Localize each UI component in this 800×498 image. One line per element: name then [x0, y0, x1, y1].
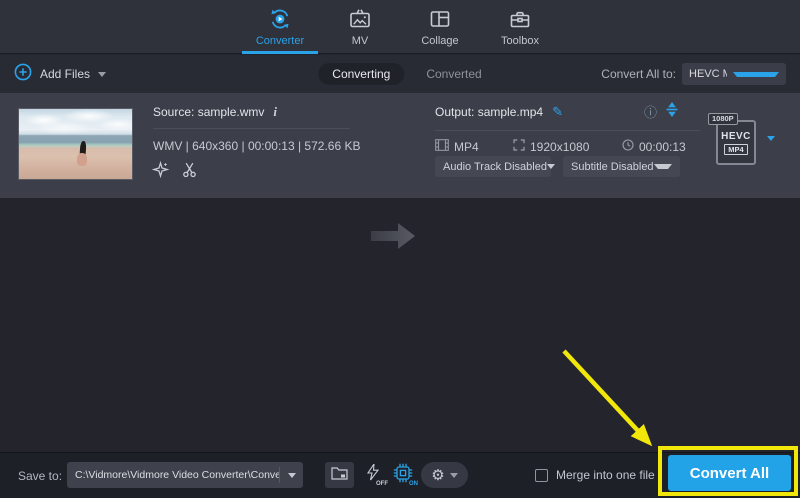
- badge-container: MP4: [724, 144, 747, 155]
- hardware-accel-off-toggle[interactable]: OFF: [360, 462, 386, 488]
- output-divider: [435, 130, 700, 131]
- main-nav: Converter MV: [240, 0, 560, 53]
- header: Converter MV: [0, 0, 800, 54]
- settings-button[interactable]: ⚙: [421, 462, 468, 488]
- merge-checkbox[interactable]: [535, 469, 548, 482]
- tab-converter[interactable]: Converter: [240, 0, 320, 54]
- profile-caret-icon: [733, 72, 779, 77]
- app-window: Converter MV: [0, 0, 800, 498]
- gpu-on-tag: ON: [409, 481, 418, 487]
- source-tools: [152, 161, 197, 183]
- merge-into-one-file-option[interactable]: Merge into one file: [535, 468, 655, 482]
- toolbox-icon: [508, 7, 532, 31]
- open-folder-button[interactable]: [325, 462, 354, 488]
- tab-collage-label: Collage: [421, 35, 458, 47]
- convert-all-to-label: Convert All to:: [601, 67, 676, 81]
- add-files-caret-icon: [98, 72, 106, 77]
- add-files-label: Add Files: [40, 67, 90, 81]
- output-title: Output: sample.mp4: [435, 105, 543, 119]
- tab-converter-label: Converter: [256, 35, 304, 47]
- audio-caret-icon: [547, 164, 555, 169]
- folder-icon: [331, 466, 348, 485]
- rename-pencil-icon[interactable]: ✎: [552, 104, 563, 120]
- output-profile-badge[interactable]: HEVC MP4 1080P: [714, 117, 774, 167]
- output-info-icon[interactable]: ⓘ: [644, 106, 657, 119]
- file-list-item: Source: sample.wmv i WMV | 640x360 | 00:…: [0, 93, 800, 198]
- source-divider: [153, 128, 350, 129]
- annotation-arrow-icon: [548, 336, 668, 461]
- settings-caret-icon: [450, 473, 458, 478]
- add-plus-icon: [14, 63, 32, 86]
- tab-converting[interactable]: Converting: [318, 63, 404, 85]
- gear-icon: ⚙: [431, 468, 444, 483]
- format-group: MP4: [435, 139, 479, 154]
- audio-track-dropdown[interactable]: Audio Track Disabled: [435, 156, 551, 177]
- subtitle-dropdown[interactable]: Subtitle Disabled: [563, 156, 680, 177]
- output-profile-value: HEVC M... 1080P: [689, 68, 727, 80]
- format-file-icon: HEVC MP4: [716, 120, 756, 165]
- subtitle-caret-icon: [654, 164, 672, 169]
- source-info-icon[interactable]: i: [273, 104, 277, 120]
- duration-group: 00:00:13: [622, 139, 686, 154]
- output-title-row: Output: sample.mp4 ✎: [435, 104, 563, 120]
- output-format: MP4: [454, 140, 479, 154]
- tab-converted[interactable]: Converted: [426, 67, 481, 81]
- film-icon: [435, 139, 449, 154]
- tab-mv[interactable]: MV: [320, 0, 400, 54]
- convert-direction-arrow: [371, 222, 416, 255]
- output-details-row: MP4 1920x1080 00:00:13: [435, 139, 701, 153]
- badge-resolution-tag: 1080P: [708, 113, 738, 125]
- tab-toolbox-label: Toolbox: [501, 35, 539, 47]
- tab-toolbox[interactable]: Toolbox: [480, 0, 560, 54]
- add-files-button[interactable]: Add Files: [14, 55, 106, 93]
- tab-collage[interactable]: Collage: [400, 0, 480, 54]
- output-profile-select[interactable]: HEVC M... 1080P: [682, 63, 786, 85]
- video-thumbnail[interactable]: [18, 108, 133, 180]
- resolution-icon: [513, 139, 525, 154]
- expand-collapse-icon[interactable]: [666, 102, 678, 122]
- save-path-select[interactable]: C:\Vidmore\Vidmore Video Converter\Conve…: [67, 462, 303, 488]
- badge-codec: HEVC: [721, 131, 751, 142]
- subtitle-value: Subtitle Disabled: [571, 161, 654, 173]
- badge-caret-icon: [767, 136, 775, 141]
- clock-icon: [622, 139, 634, 154]
- output-actions: ⓘ: [644, 102, 678, 122]
- save-path-caret-icon: [288, 473, 296, 478]
- source-title: Source: sample.wmv: [153, 105, 264, 119]
- tab-mv-label: MV: [352, 35, 369, 47]
- output-duration: 00:00:13: [639, 140, 686, 154]
- save-path-value: C:\Vidmore\Vidmore Video Converter\Conve…: [67, 469, 279, 481]
- toolbar: Add Files Converting Converted Convert A…: [0, 55, 800, 93]
- gpu-accel-on-toggle[interactable]: ON: [390, 462, 416, 488]
- edit-effects-icon[interactable]: [152, 161, 169, 183]
- mv-icon: [348, 7, 372, 31]
- save-to-label: Save to:: [18, 469, 62, 483]
- source-title-row: Source: sample.wmv i: [153, 104, 277, 120]
- hardware-off-tag: OFF: [376, 481, 388, 487]
- collage-icon: [428, 7, 452, 31]
- view-tabs: Converting Converted: [318, 55, 481, 93]
- resolution-group: 1920x1080: [513, 139, 589, 154]
- source-details: WMV | 640x360 | 00:00:13 | 572.66 KB: [153, 139, 360, 153]
- merge-label: Merge into one file: [556, 468, 655, 482]
- save-path-caret-zone: [279, 467, 303, 483]
- convert-all-to-group: Convert All to: HEVC M... 1080P: [601, 55, 786, 93]
- output-resolution: 1920x1080: [530, 140, 589, 154]
- converter-icon: [268, 7, 292, 31]
- cut-scissors-icon[interactable]: [182, 162, 197, 183]
- convert-all-button[interactable]: Convert All: [668, 455, 791, 491]
- audio-track-value: Audio Track Disabled: [443, 161, 547, 173]
